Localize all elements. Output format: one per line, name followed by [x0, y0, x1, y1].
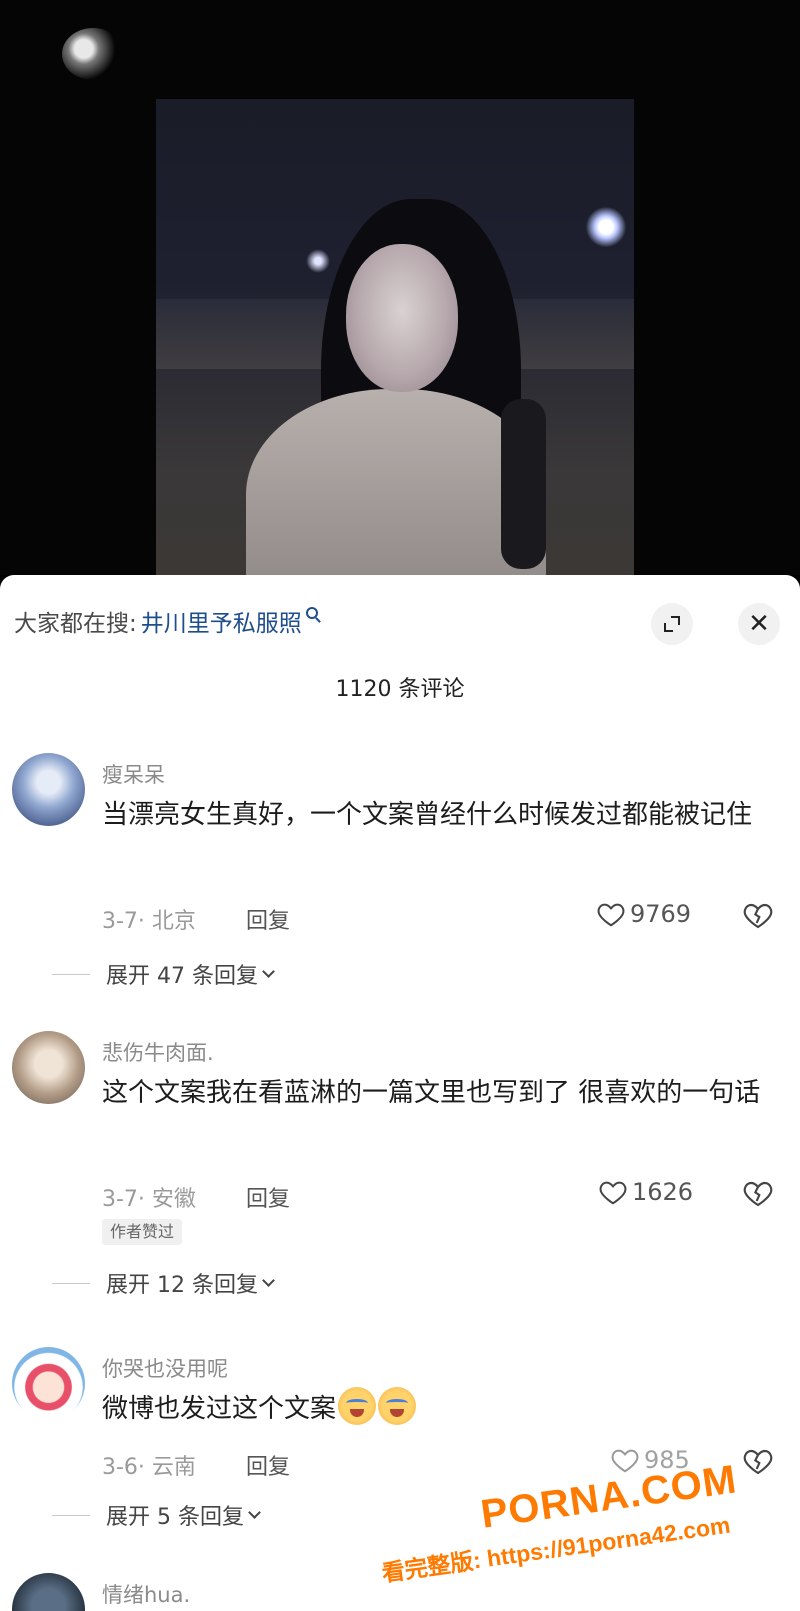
close-icon: ✕: [748, 609, 770, 639]
expand-replies-button[interactable]: 展开 12 条回复: [52, 1267, 275, 1299]
search-icon: [305, 607, 318, 619]
like-button[interactable]: 985: [610, 1445, 690, 1475]
reply-button[interactable]: 回复: [246, 903, 290, 935]
trending-search-bar[interactable]: 大家都在搜: 井川里予私服照: [14, 605, 318, 637]
comment-meta: 3-7· 北京: [102, 909, 196, 934]
dislike-icon[interactable]: [742, 1445, 774, 1477]
close-button[interactable]: ✕: [738, 603, 780, 645]
like-count: 1626: [632, 1178, 694, 1206]
avatar[interactable]: [12, 1347, 85, 1420]
comment-username[interactable]: 悲伤牛肉面.: [102, 1037, 214, 1067]
like-count: 9769: [630, 900, 692, 928]
like-button[interactable]: 9769: [596, 899, 691, 929]
expand-icon: [664, 616, 680, 632]
like-count: 985: [644, 1446, 690, 1474]
trending-search-query[interactable]: 井川里予私服照: [141, 604, 302, 638]
comment-username[interactable]: 情绪hua.: [102, 1579, 190, 1609]
expand-replies-label: 展开 12 条回复: [106, 1273, 258, 1298]
video-player[interactable]: [0, 0, 800, 575]
video-frame[interactable]: [156, 99, 634, 575]
avatar[interactable]: [12, 1031, 85, 1104]
expand-replies-button[interactable]: 展开 47 条回复: [52, 958, 275, 990]
comment-text-content: 微博也发过这个文案: [102, 1394, 337, 1424]
chevron-down-icon: [262, 964, 275, 978]
dislike-icon[interactable]: [742, 899, 774, 931]
comment-meta: 3-6· 云南: [102, 1455, 196, 1480]
comment-text: 微博也发过这个文案: [102, 1385, 772, 1434]
comment-sheet: 大家都在搜: 井川里予私服照 ✕ 1120 条评论 瘦呆呆 当漂亮女生真好，一个…: [0, 575, 800, 1611]
comment-text: 这个文案我在看蓝淋的一篇文里也写到了 很喜欢的一句话: [102, 1078, 761, 1108]
avatar[interactable]: [12, 1573, 85, 1611]
trending-search-prefix: 大家都在搜:: [14, 611, 137, 637]
expand-replies-label: 展开 5 条回复: [106, 1505, 244, 1530]
comment-meta: 3-7· 安徽: [102, 1187, 196, 1212]
comment-username[interactable]: 你哭也没用呢: [102, 1353, 228, 1383]
crying-emoji-icon: [338, 1387, 377, 1425]
background-light: [62, 28, 124, 80]
expand-replies-label: 展开 47 条回复: [106, 964, 258, 989]
avatar[interactable]: [12, 753, 85, 826]
reply-button[interactable]: 回复: [246, 1181, 290, 1213]
chevron-down-icon: [248, 1505, 261, 1519]
heart-icon: [597, 903, 625, 927]
reply-button[interactable]: 回复: [246, 1449, 290, 1481]
dislike-icon[interactable]: [742, 1177, 774, 1209]
comment-text: 当漂亮女生真好，一个文案曾经什么时候发过都能被记住: [102, 800, 753, 830]
expand-button[interactable]: [651, 603, 693, 645]
comment-count: 1120 条评论: [335, 677, 465, 702]
expand-replies-button[interactable]: 展开 5 条回复: [52, 1499, 261, 1531]
heart-icon: [611, 1449, 639, 1473]
comment-username[interactable]: 瘦呆呆: [102, 759, 165, 789]
like-button[interactable]: 1626: [598, 1177, 693, 1207]
author-liked-badge: 作者赞过: [102, 1219, 183, 1245]
chevron-down-icon: [262, 1273, 275, 1287]
heart-icon: [599, 1181, 627, 1205]
crying-emoji-icon: [378, 1387, 417, 1425]
